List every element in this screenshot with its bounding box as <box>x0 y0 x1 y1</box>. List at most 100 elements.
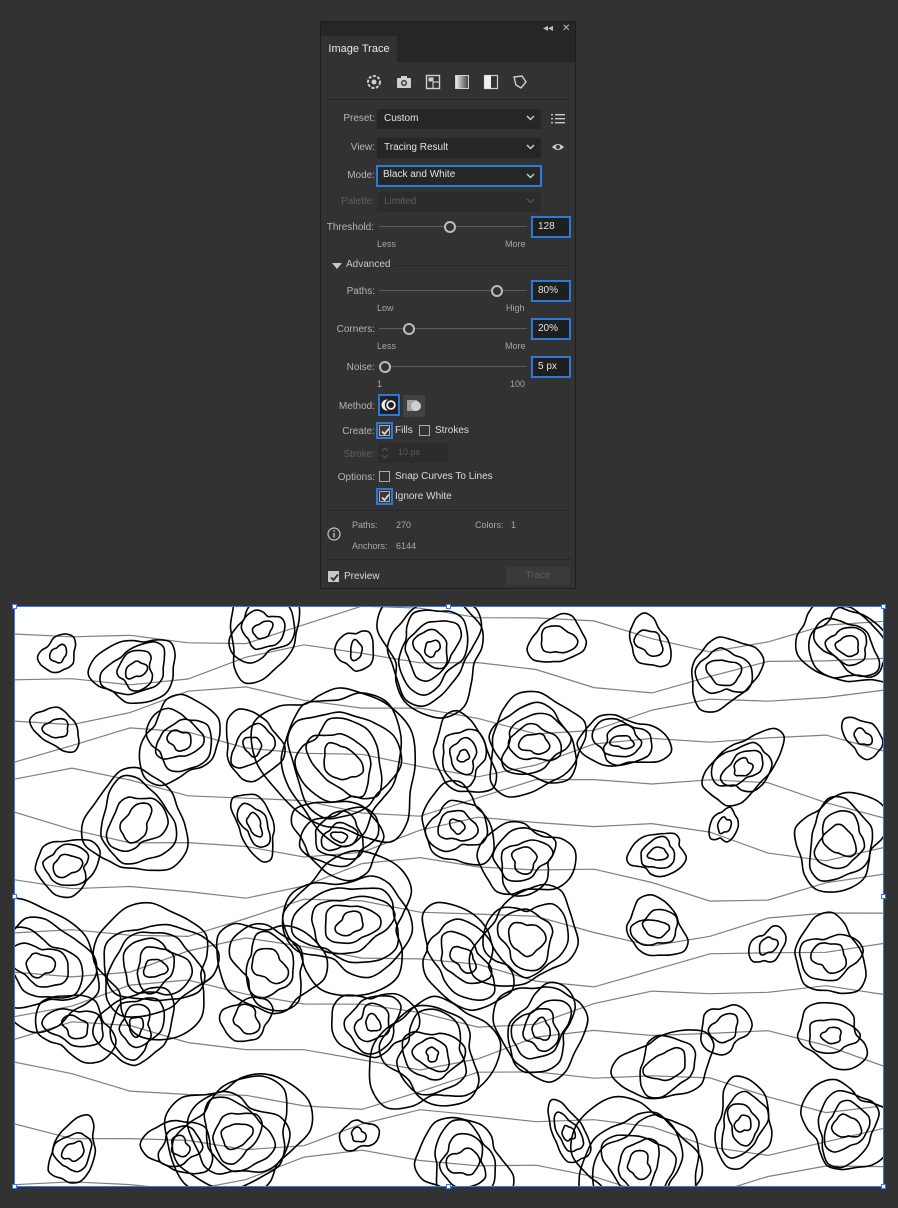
panel-title-bar[interactable]: ◂◂ ✕ <box>321 22 575 36</box>
contour-line <box>641 919 671 939</box>
contour-line <box>236 802 271 848</box>
corners-slider-track[interactable] <box>379 328 527 329</box>
preview-label: Preview <box>344 571 380 582</box>
corners-slider-knob[interactable] <box>402 323 415 335</box>
threshold-min-label: Less <box>377 239 397 249</box>
contour-line <box>99 640 166 696</box>
threshold-slider-knob[interactable] <box>444 221 457 233</box>
chevron-down-icon <box>526 144 535 150</box>
resize-handle-top-left[interactable] <box>12 604 17 609</box>
resize-handle-bottom-left[interactable] <box>12 1184 17 1189</box>
collapse-panel-button[interactable]: ◂◂ <box>543 23 553 35</box>
method-overlapping-button[interactable] <box>403 395 425 417</box>
corners-max-label: More <box>505 341 526 351</box>
contour-line <box>440 930 493 985</box>
contour-line <box>122 937 194 996</box>
contour-line <box>305 732 372 799</box>
image-trace-panel: ◂◂ ✕ Image Trace Preset: Custom View: Tr… <box>320 21 576 589</box>
contour-line <box>92 901 209 1041</box>
contour-line <box>448 736 478 776</box>
preview-checkbox[interactable] <box>328 571 339 582</box>
contour-line <box>215 922 329 1015</box>
traced-artwork-canvas[interactable] <box>0 579 898 1208</box>
panel-tab-bar: Image Trace <box>321 36 575 62</box>
contour-line <box>808 605 888 679</box>
contour-line <box>106 931 206 1002</box>
threshold-max-label: More <box>505 239 526 249</box>
noise-slider-track[interactable] <box>379 366 527 367</box>
view-value: Tracing Result <box>384 142 449 153</box>
method-abutting-button[interactable] <box>378 394 400 416</box>
auto-color-icon[interactable] <box>365 73 383 91</box>
contour-line <box>445 1147 481 1176</box>
contour-line <box>517 732 551 756</box>
contour-line <box>578 1111 704 1208</box>
snap-curves-checkbox[interactable] <box>379 471 390 482</box>
contour-line <box>413 1116 515 1207</box>
contour-line <box>334 910 364 937</box>
resize-handle-middle-left[interactable] <box>12 894 17 899</box>
contour-line <box>799 1078 893 1171</box>
trace-button[interactable]: Trace <box>506 567 570 585</box>
low-color-icon[interactable] <box>424 73 442 91</box>
resize-handle-bottom-right[interactable] <box>881 1184 886 1189</box>
contour-line <box>793 791 891 893</box>
outline-icon[interactable] <box>511 73 529 91</box>
eye-icon[interactable] <box>551 142 565 152</box>
camera-icon[interactable] <box>395 73 413 91</box>
preset-label: Preset: <box>343 113 375 124</box>
resize-handle-top-center[interactable] <box>446 604 451 609</box>
fills-checkbox[interactable] <box>376 422 393 439</box>
disclosure-triangle-icon[interactable] <box>332 262 342 270</box>
preset-dropdown[interactable]: Custom <box>377 109 541 129</box>
resize-handle-middle-right[interactable] <box>881 894 886 899</box>
contour-line <box>830 1113 863 1138</box>
strokes-checkbox[interactable] <box>419 425 430 436</box>
contour-line <box>628 612 672 668</box>
paths-input[interactable]: 80% <box>531 280 571 302</box>
contour-line <box>721 1090 770 1159</box>
contour-line <box>397 609 469 696</box>
close-panel-button[interactable]: ✕ <box>562 23 570 35</box>
view-dropdown[interactable]: Tracing Result <box>377 138 541 158</box>
contour-line <box>421 901 515 1012</box>
contour-line <box>13 856 885 902</box>
grayscale-icon[interactable] <box>453 73 471 91</box>
threshold-input[interactable]: 128 <box>531 216 571 238</box>
noise-label: Noise: <box>346 362 375 373</box>
checkmark-icon <box>330 573 339 582</box>
contour-line <box>212 1112 263 1165</box>
contour-line <box>610 1029 715 1100</box>
contour-line <box>228 598 296 664</box>
noise-slider-knob[interactable] <box>378 361 391 373</box>
contour-line <box>36 633 77 674</box>
chevron-down-icon <box>526 198 535 204</box>
contour-line <box>726 1103 760 1147</box>
black-and-white-icon[interactable] <box>482 73 500 91</box>
preset-menu-icon[interactable] <box>551 113 565 125</box>
corners-input[interactable]: 20% <box>531 318 571 340</box>
mode-dropdown[interactable]: Black and White <box>376 165 542 187</box>
contour-line <box>329 831 349 844</box>
paths-slider-track[interactable] <box>379 290 527 291</box>
resize-handle-bottom-center[interactable] <box>446 1184 451 1189</box>
tab-image-trace[interactable]: Image Trace <box>321 36 397 62</box>
stroke-width-value: 10 px <box>398 447 421 457</box>
paths-max-label: High <box>506 303 525 313</box>
advanced-toggle[interactable]: Advanced <box>346 259 390 270</box>
contour-line <box>629 908 679 947</box>
contour-line <box>48 643 68 664</box>
contour-line <box>476 820 577 896</box>
contour-line <box>323 741 365 781</box>
contour-line <box>553 1111 585 1153</box>
contour-line <box>376 585 484 719</box>
mode-value: Black and White <box>383 169 456 180</box>
paths-slider-knob[interactable] <box>491 285 504 297</box>
noise-input[interactable]: 5 px <box>531 356 571 378</box>
contour-line <box>456 748 471 763</box>
ignore-white-checkbox[interactable] <box>376 488 393 505</box>
contour-line <box>522 1007 560 1053</box>
corners-min-label: Less <box>377 341 397 351</box>
resize-handle-top-right[interactable] <box>881 604 886 609</box>
noise-max-label: 100 <box>510 379 526 389</box>
